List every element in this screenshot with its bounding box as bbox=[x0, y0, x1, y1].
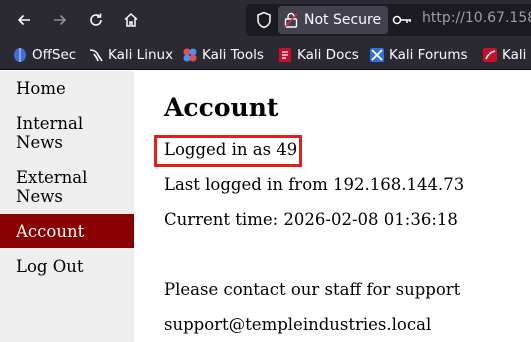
bookmark-label: Kali Linux bbox=[108, 47, 174, 63]
back-button[interactable] bbox=[10, 6, 38, 34]
arrow-left-icon bbox=[17, 14, 30, 26]
sidebar: Home Internal News External News Account… bbox=[0, 71, 134, 342]
home-button[interactable] bbox=[117, 6, 145, 34]
sidebar-item-external-news[interactable]: External News bbox=[0, 168, 110, 208]
sidebar-item-internal-news[interactable]: Internal News bbox=[0, 114, 110, 154]
kali-dragon-icon bbox=[89, 49, 103, 62]
url-text[interactable]: http://10.67.158 bbox=[422, 10, 531, 26]
kali-tools-icon bbox=[183, 48, 197, 62]
broken-lock-icon bbox=[284, 12, 298, 28]
home-icon bbox=[124, 12, 138, 27]
bookmark-offsec[interactable]: OffSec bbox=[12, 45, 76, 65]
bookmark-label: Kali Docs bbox=[297, 47, 359, 63]
bookmark-label: Kali Tools bbox=[202, 47, 264, 63]
bookmarks-toolbar: OffSec Kali Linux Kali Tools Kali Docs K… bbox=[0, 40, 531, 70]
reload-button[interactable] bbox=[82, 6, 110, 34]
reload-icon bbox=[90, 13, 102, 26]
shield-icon[interactable] bbox=[256, 11, 272, 29]
sidebar-item-log-out[interactable]: Log Out bbox=[0, 257, 134, 277]
security-label: Not Secure bbox=[304, 12, 382, 28]
bookmark-label: OffSec bbox=[32, 47, 77, 63]
current-time-text: Current time: 2026-02-08 01:36:18 bbox=[164, 210, 458, 229]
contact-text: Please contact our staff for support bbox=[164, 280, 461, 299]
sidebar-item-account[interactable]: Account bbox=[0, 214, 134, 248]
bookmark-kali-tools[interactable]: Kali Tools bbox=[182, 45, 264, 65]
kali-docs-icon bbox=[279, 48, 291, 62]
page-title: Account bbox=[164, 93, 279, 122]
last-login-text: Last logged in from 192.168.144.73 bbox=[164, 175, 465, 194]
kali-nethunter-icon bbox=[483, 48, 497, 62]
offsec-icon bbox=[14, 48, 26, 62]
support-email: support@templeindustries.local bbox=[164, 315, 432, 334]
key-icon[interactable] bbox=[392, 12, 412, 28]
forward-button[interactable] bbox=[46, 6, 74, 34]
bookmark-label: Kali Forums bbox=[389, 47, 468, 63]
bookmark-kali-forums[interactable]: Kali Forums bbox=[369, 45, 468, 65]
browser-toolbar: Not Secure http://10.67.158 bbox=[0, 0, 531, 40]
bookmark-kali-nethunter[interactable]: Kali N bbox=[482, 45, 531, 65]
bookmark-label: Kali N bbox=[502, 47, 531, 63]
bookmark-kali-linux[interactable]: Kali Linux bbox=[88, 45, 173, 65]
bookmark-kali-docs[interactable]: Kali Docs bbox=[277, 45, 359, 65]
kali-forums-icon bbox=[370, 48, 384, 62]
logged-in-text: Logged in as 49 bbox=[164, 140, 298, 159]
not-secure-indicator[interactable]: Not Secure bbox=[278, 6, 388, 34]
sidebar-item-home[interactable]: Home bbox=[0, 79, 134, 99]
arrow-right-icon bbox=[54, 14, 67, 26]
